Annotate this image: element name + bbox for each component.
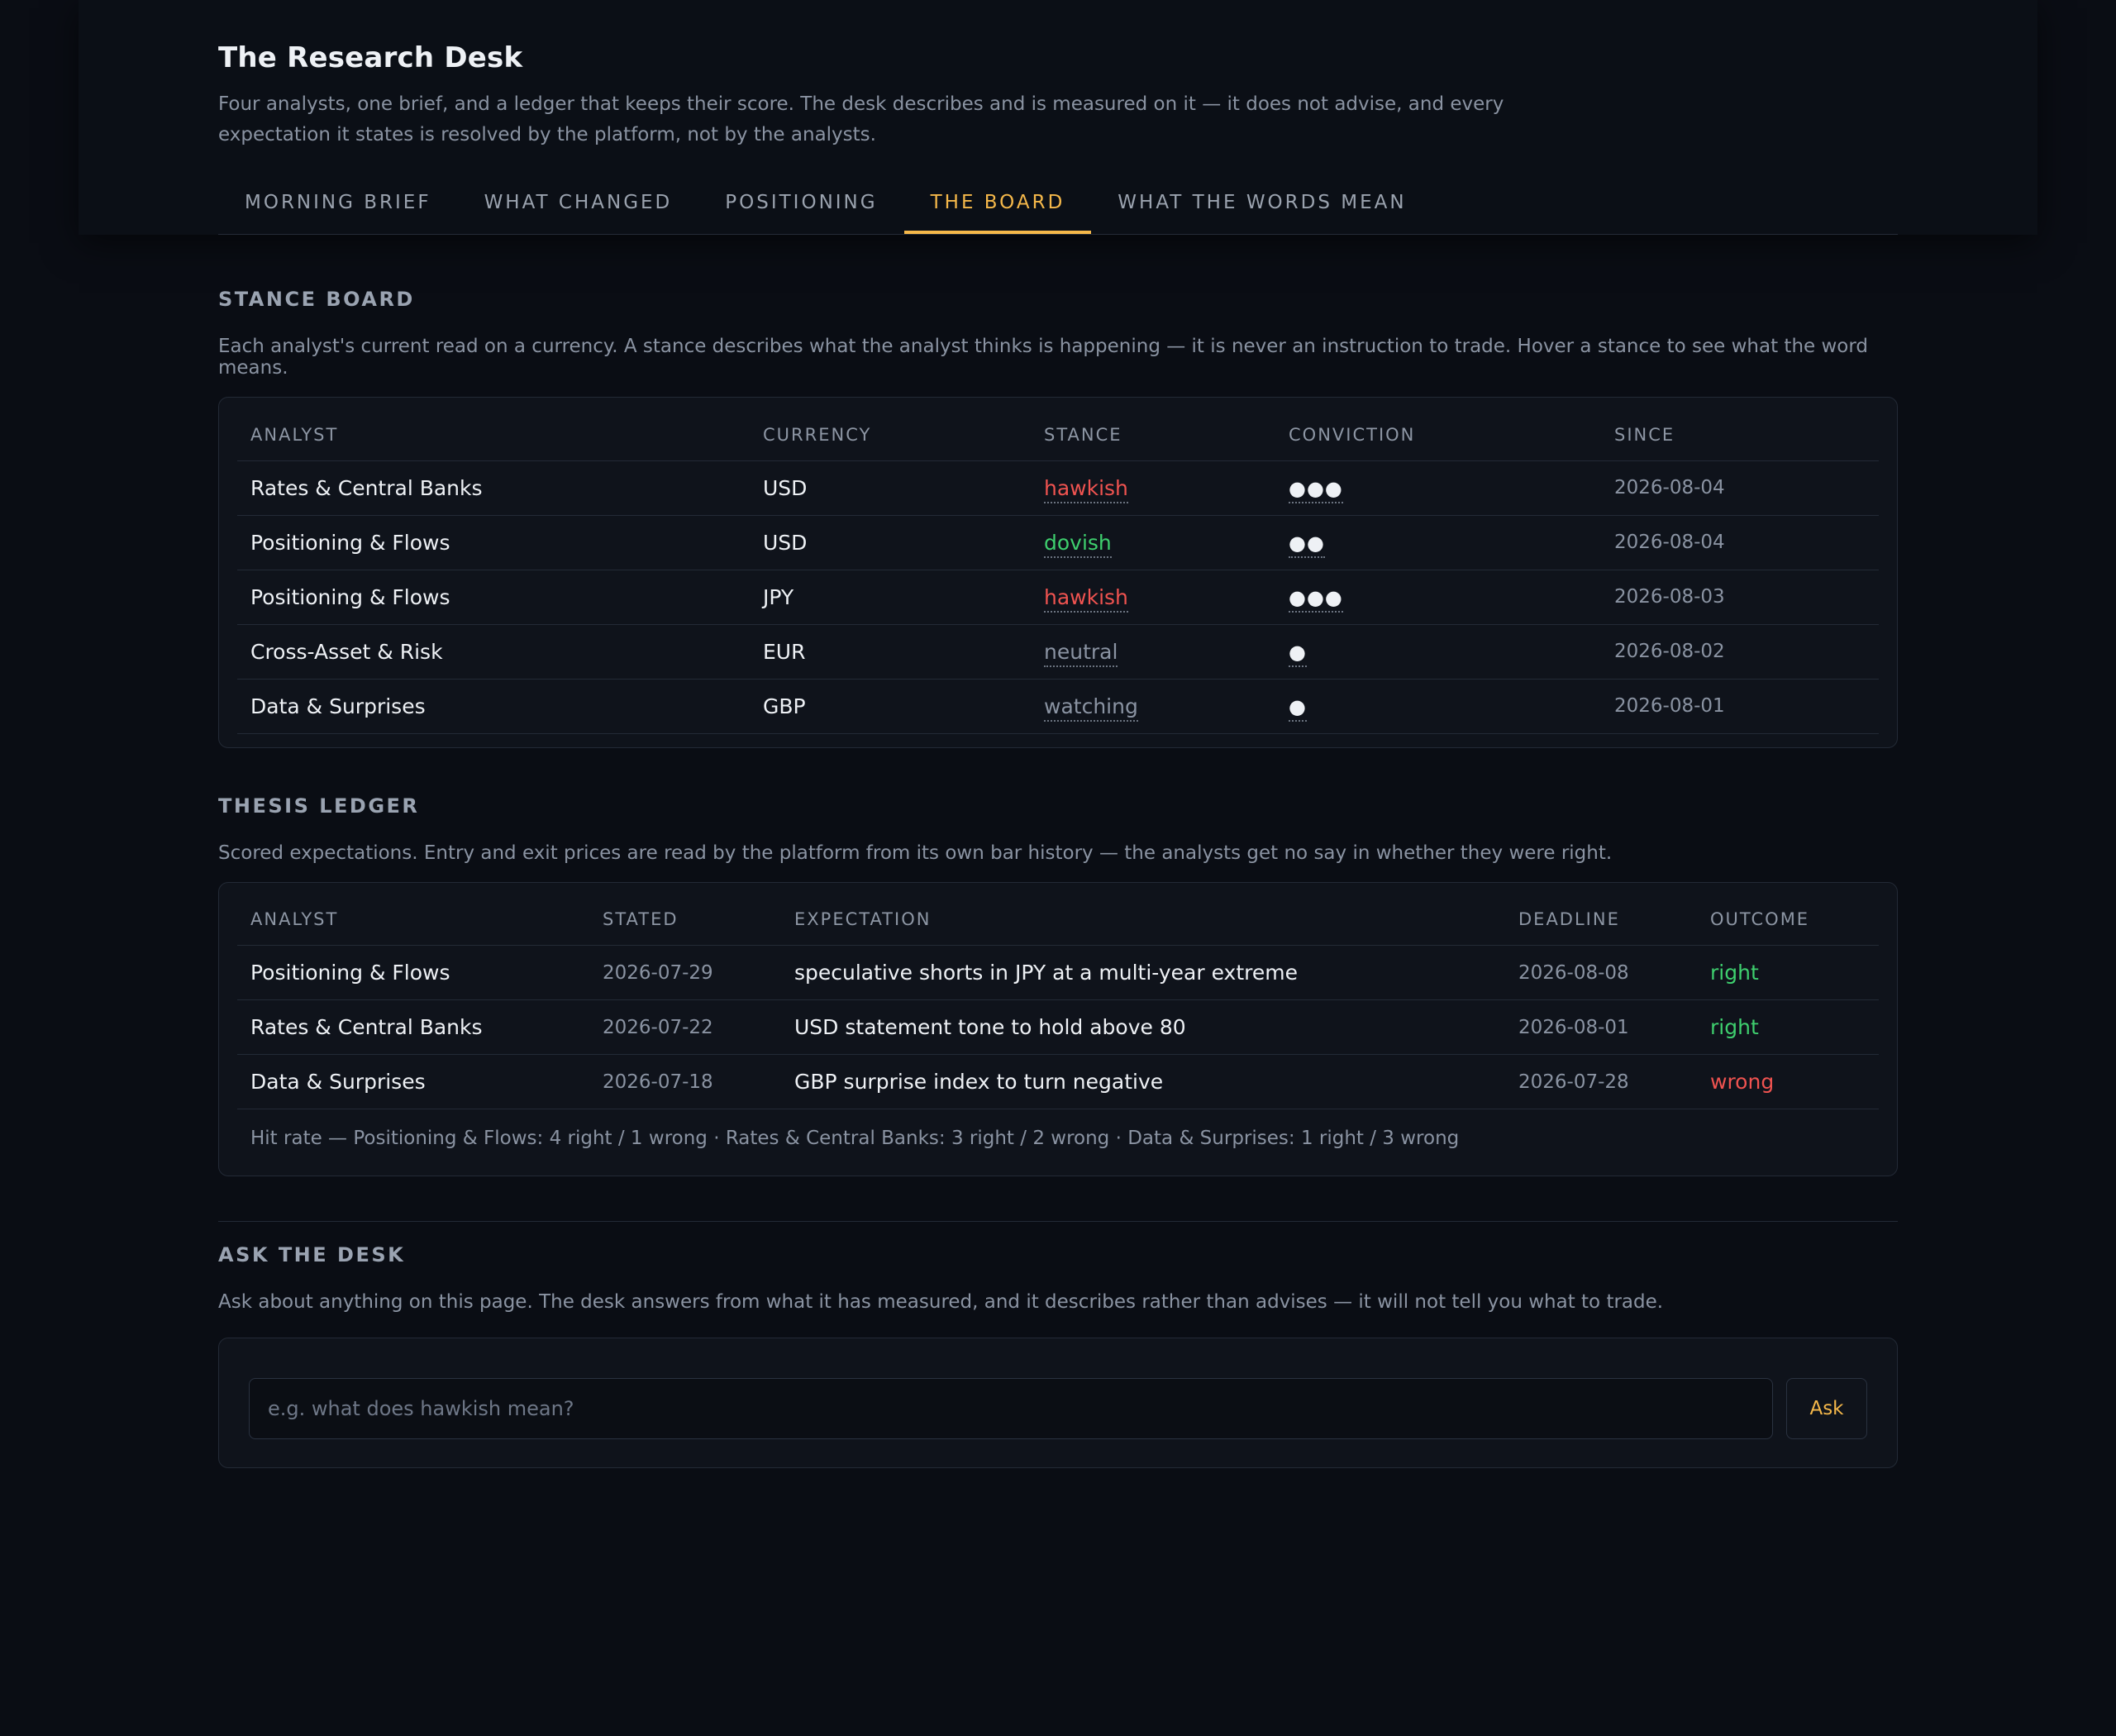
- thesis-ledger-section: THESIS LEDGER Scored expectations. Entry…: [218, 794, 1898, 1176]
- conviction-dots[interactable]: ●: [1289, 640, 1307, 667]
- analyst-cell: Data & Surprises: [237, 1054, 589, 1109]
- stance-cell: neutral: [1031, 624, 1275, 680]
- stance-cell: hawkish: [1031, 570, 1275, 625]
- stance-cell: dovish: [1031, 515, 1275, 570]
- tab-the-board[interactable]: THE BOARD: [903, 174, 1092, 234]
- analyst-cell: Positioning & Flows: [237, 570, 750, 625]
- stated-cell: 2026-07-22: [589, 999, 781, 1055]
- conviction-cell: ●●: [1275, 515, 1601, 570]
- analyst-cell: Rates & Central Banks: [237, 999, 589, 1055]
- stance-board-title: STANCE BOARD: [218, 288, 415, 311]
- tab-bar: MORNING BRIEF WHAT CHANGED POSITIONING T…: [218, 174, 1898, 235]
- table-row: Positioning & Flows USD dovish ●● 2026-0…: [237, 515, 1879, 570]
- ask-the-desk-description: Ask about anything on this page. The des…: [218, 1291, 1664, 1313]
- since-cell: 2026-08-04: [1601, 460, 1879, 516]
- outcome-cell: right: [1697, 999, 1879, 1055]
- table-row: Rates & Central Banks USD hawkish ●●● 20…: [237, 460, 1879, 516]
- expectation-cell: speculative shorts in JPY at a multi-yea…: [781, 945, 1505, 1000]
- hit-rate-summary: Hit rate — Positioning & Flows: 4 right …: [250, 1128, 1460, 1149]
- since-cell: 2026-08-02: [1601, 624, 1879, 680]
- deadline-cell: 2026-08-08: [1505, 945, 1697, 1000]
- conviction-dots[interactable]: ●●●: [1289, 585, 1343, 613]
- analyst-cell: Positioning & Flows: [237, 515, 750, 570]
- stance-term[interactable]: hawkish: [1044, 584, 1128, 613]
- table-header-row: ANALYST STATED EXPECTATION DEADLINE OUTC…: [237, 894, 1879, 946]
- analyst-cell: Positioning & Flows: [237, 945, 589, 1000]
- table-header-row: ANALYST CURRENCY STANCE CONVICTION SINCE: [237, 409, 1879, 461]
- ask-panel: Ask: [218, 1338, 1898, 1468]
- conviction-cell: ●: [1275, 679, 1601, 734]
- outcome-cell: wrong: [1697, 1054, 1879, 1109]
- expectation-cell: USD statement tone to hold above 80: [781, 999, 1505, 1055]
- table-row: Positioning & Flows 2026-07-29 speculati…: [237, 945, 1879, 1000]
- stance-board-section: STANCE BOARD Each analyst's current read…: [218, 288, 1898, 748]
- table-row: Positioning & Flows JPY hawkish ●●● 2026…: [237, 570, 1879, 625]
- stated-cell: 2026-07-29: [589, 945, 781, 1000]
- column-header-analyst: ANALYST: [237, 409, 750, 461]
- conviction-dots[interactable]: ●●: [1289, 531, 1325, 558]
- table-row: Data & Surprises GBP watching ● 2026-08-…: [237, 679, 1879, 734]
- stance-board-table: ANALYST CURRENCY STANCE CONVICTION SINCE…: [237, 409, 1879, 734]
- column-header-since: SINCE: [1601, 409, 1879, 461]
- conviction-cell: ●●●: [1275, 460, 1601, 516]
- ask-the-desk-title: ASK THE DESK: [218, 1243, 406, 1266]
- conviction-dots[interactable]: ●: [1289, 694, 1307, 722]
- stance-term[interactable]: watching: [1044, 694, 1138, 722]
- column-header-analyst: ANALYST: [237, 894, 589, 946]
- thesis-ledger-panel: ANALYST STATED EXPECTATION DEADLINE OUTC…: [218, 881, 1898, 1176]
- currency-cell: GBP: [750, 679, 1031, 734]
- table-row: Rates & Central Banks 2026-07-22 USD sta…: [237, 999, 1879, 1055]
- currency-cell: JPY: [750, 570, 1031, 625]
- section-divider: [218, 1221, 1898, 1222]
- outcome-cell: right: [1697, 945, 1879, 1000]
- stance-term[interactable]: hawkish: [1044, 475, 1128, 503]
- since-cell: 2026-08-03: [1601, 570, 1879, 625]
- deadline-cell: 2026-08-01: [1505, 999, 1697, 1055]
- table-row: Cross-Asset & Risk EUR neutral ● 2026-08…: [237, 624, 1879, 680]
- stated-cell: 2026-07-18: [589, 1054, 781, 1109]
- since-cell: 2026-08-04: [1601, 515, 1879, 570]
- currency-cell: USD: [750, 515, 1031, 570]
- tab-what-the-words-mean[interactable]: WHAT THE WORDS MEAN: [1091, 174, 1432, 234]
- column-header-outcome: OUTCOME: [1697, 894, 1879, 946]
- app-title: The Research Desk: [218, 41, 523, 74]
- analyst-cell: Data & Surprises: [237, 679, 750, 734]
- stance-cell: hawkish: [1031, 460, 1275, 516]
- column-header-deadline: DEADLINE: [1505, 894, 1697, 946]
- ask-the-desk-section: ASK THE DESK Ask about anything on this …: [218, 1243, 1898, 1468]
- stance-term[interactable]: neutral: [1044, 639, 1118, 667]
- column-header-currency: CURRENCY: [750, 409, 1031, 461]
- conviction-cell: ●●●: [1275, 570, 1601, 625]
- tab-positioning[interactable]: POSITIONING: [698, 174, 903, 234]
- ask-input[interactable]: [249, 1378, 1773, 1439]
- expectation-cell: GBP surprise index to turn negative: [781, 1054, 1505, 1109]
- conviction-dots[interactable]: ●●●: [1289, 476, 1343, 503]
- page-header: The Research Desk Four analysts, one bri…: [79, 0, 2037, 235]
- app-subtitle: Four analysts, one brief, and a ledger t…: [218, 93, 1504, 145]
- conviction-cell: ●: [1275, 624, 1601, 680]
- column-header-stance: STANCE: [1031, 409, 1275, 461]
- main-content: STANCE BOARD Each analyst's current read…: [218, 288, 1898, 1468]
- thesis-ledger-table: ANALYST STATED EXPECTATION DEADLINE OUTC…: [237, 894, 1879, 1109]
- currency-cell: USD: [750, 460, 1031, 516]
- tab-what-changed[interactable]: WHAT CHANGED: [458, 174, 699, 234]
- table-row: Data & Surprises 2026-07-18 GBP surprise…: [237, 1054, 1879, 1109]
- stance-board-description: Each analyst's current read on a currenc…: [218, 336, 1869, 379]
- currency-cell: EUR: [750, 624, 1031, 680]
- stance-cell: watching: [1031, 679, 1275, 734]
- ask-button[interactable]: Ask: [1786, 1378, 1867, 1439]
- analyst-cell: Cross-Asset & Risk: [237, 624, 750, 680]
- stance-board-panel: ANALYST CURRENCY STANCE CONVICTION SINCE…: [218, 397, 1898, 748]
- since-cell: 2026-08-01: [1601, 679, 1879, 734]
- deadline-cell: 2026-07-28: [1505, 1054, 1697, 1109]
- tab-morning-brief[interactable]: MORNING BRIEF: [218, 174, 458, 234]
- column-header-expectation: EXPECTATION: [781, 894, 1505, 946]
- column-header-stated: STATED: [589, 894, 781, 946]
- analyst-cell: Rates & Central Banks: [237, 460, 750, 516]
- thesis-ledger-description: Scored expectations. Entry and exit pric…: [218, 842, 1613, 864]
- thesis-ledger-title: THESIS LEDGER: [218, 794, 420, 818]
- column-header-conviction: CONVICTION: [1275, 409, 1601, 461]
- stance-term[interactable]: dovish: [1044, 530, 1112, 558]
